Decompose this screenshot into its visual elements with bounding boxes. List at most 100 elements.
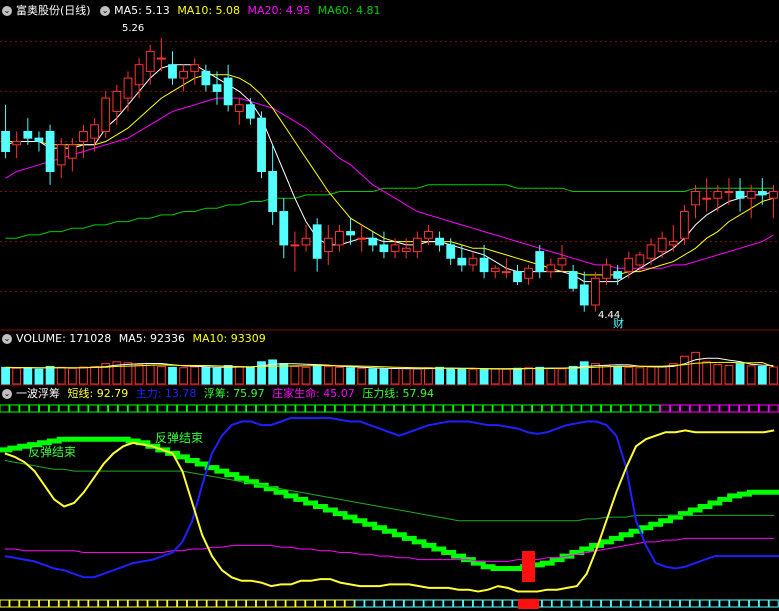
status-cell [117,404,128,413]
status-cell [571,404,582,413]
status-cell [236,599,247,608]
candle-body [424,231,433,239]
volume-bar [312,365,322,385]
candle-body [746,191,756,199]
volume-bar [279,363,289,385]
candle-body [490,267,500,273]
candle-body [457,257,467,266]
volume-bar [746,365,756,385]
status-cell [591,599,602,608]
status-cell [275,404,286,413]
volume-bar [56,366,66,385]
candle-body [301,237,311,246]
stock-chart[interactable]: 5.26 4.44 财 反弹结束 反弹结束 [0,0,779,611]
volume-bar [401,368,411,385]
status-cell [196,599,207,608]
volume-bar [624,366,634,385]
candle-body [268,171,278,213]
status-cell [334,599,345,608]
volume-bar [613,365,623,385]
status-cell [670,404,681,413]
candle-body [368,237,378,246]
candle-body [190,64,200,72]
status-cell [541,599,552,608]
volume-bar [524,367,534,385]
volume-bar [368,368,378,385]
status-cell [729,404,740,413]
ma60-line [5,184,774,239]
volume-bar [212,367,222,385]
status-cell [610,599,621,608]
status-cell [0,599,10,608]
volume-bar [201,366,211,385]
status-cell [246,404,257,413]
candle-body [590,277,600,306]
candle-body [156,57,166,60]
volume-bar [379,368,389,385]
volume-bar [702,361,712,385]
status-cell [78,404,89,413]
candle-body [635,254,645,266]
volume-bar [446,367,456,385]
volume-bar [513,367,522,385]
candle-body [668,241,678,246]
status-cell [739,599,750,608]
candle-body [279,211,289,246]
candle-body [624,257,634,273]
status-cell [571,599,582,608]
volume-bar [145,363,155,385]
status-cell [453,599,464,608]
candle-body [435,237,444,246]
financial-report-marker[interactable]: 财 [613,316,624,330]
status-cell [551,404,562,413]
volume-bar [67,367,77,385]
status-cell [472,404,483,413]
status-cell [462,599,474,608]
status-cell [393,599,404,608]
status-cell [492,599,503,608]
status-cell [462,404,474,413]
status-cell [157,599,168,608]
candle-body [346,231,355,236]
status-cell [285,404,296,413]
status-cell [295,599,306,608]
status-cell [29,599,40,608]
status-cell [443,599,454,608]
main-force-line [4,417,779,579]
status-cell [265,599,276,608]
volume-bar [301,366,311,385]
candle-body [112,90,122,112]
status-cell [315,599,326,608]
status-cell [620,599,631,608]
status-cell [620,404,631,413]
volume-bar [602,365,611,385]
status-cell [689,599,700,608]
status-cell [137,404,148,413]
candle-body [546,264,556,273]
rebound-end-label-1: 反弹结束 [28,445,76,459]
status-cell [9,404,20,413]
volume-bar [79,366,88,385]
status-cell [354,404,365,413]
status-cell [719,404,730,413]
volume-bar [435,366,444,385]
status-cell [502,404,513,413]
status-cell [58,599,69,608]
candle-body [45,130,55,173]
status-cell [492,404,503,413]
volume-bar [713,364,723,385]
candle-body [257,117,266,172]
candle-body [535,251,545,273]
volume-bar [457,368,467,385]
status-cell [137,599,148,608]
candle-body [290,244,300,247]
status-cell [78,599,89,608]
status-cell [324,599,335,608]
status-cell [255,404,266,413]
status-cell [206,599,217,608]
volume-bar [490,368,500,385]
status-cell [502,599,513,608]
status-cell [374,599,385,608]
status-cell [541,404,552,413]
status-cell [374,404,385,413]
